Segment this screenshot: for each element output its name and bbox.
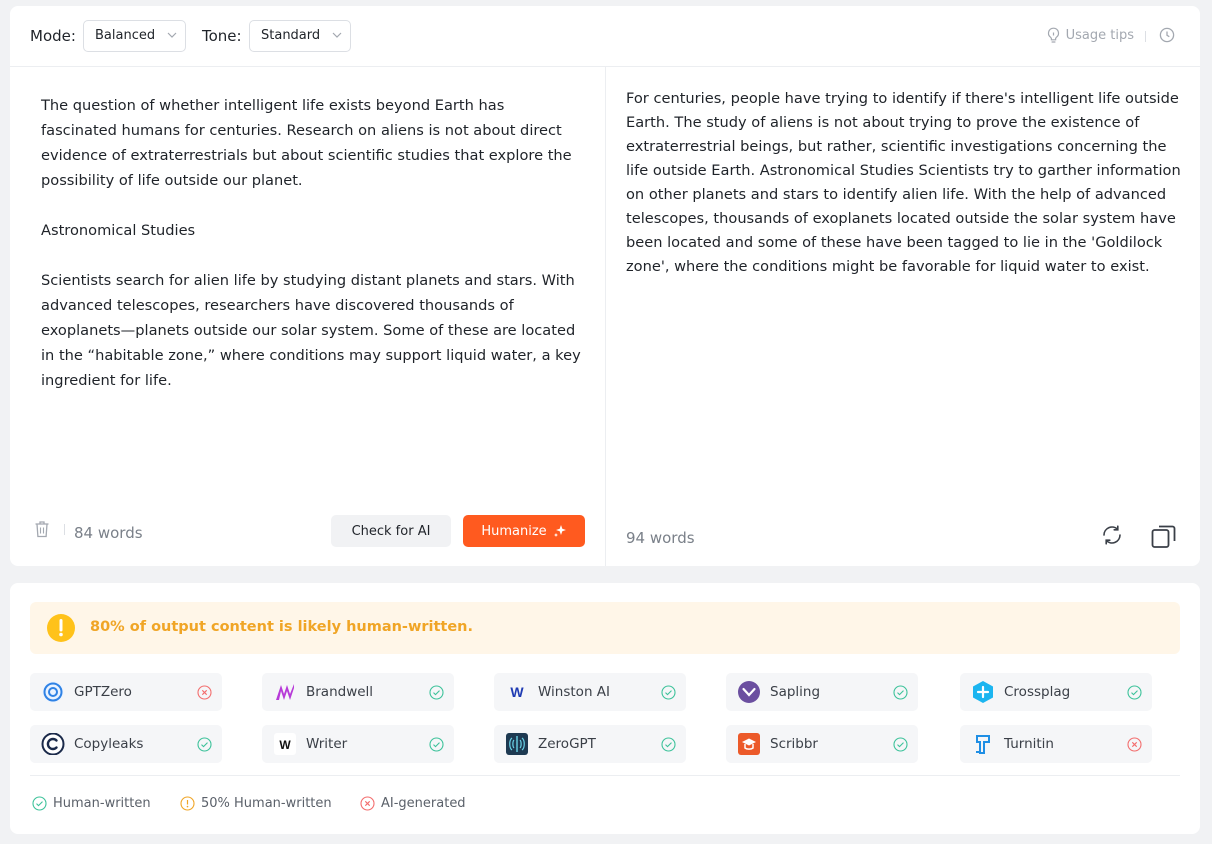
detector-writer: W Writer <box>262 725 454 763</box>
detector-name: Crossplag <box>1004 684 1071 700</box>
human-written-icon <box>32 796 47 811</box>
human-written-icon <box>661 685 676 700</box>
chevron-down-icon <box>332 32 342 38</box>
winston-logo: W <box>505 681 529 703</box>
legend-label: Human-written <box>53 796 151 811</box>
human-written-icon <box>429 737 444 752</box>
tone-value: Standard <box>261 28 321 43</box>
detector-sapling: Sapling <box>726 673 918 711</box>
warning-icon <box>47 614 75 642</box>
lightbulb-icon <box>1047 27 1059 43</box>
brandwell-logo <box>273 681 297 703</box>
legend-label: 50% Human-written <box>201 796 332 811</box>
output-text[interactable]: For centuries, people have trying to ide… <box>626 87 1186 279</box>
human-written-icon <box>429 685 444 700</box>
crossplag-logo <box>971 681 995 703</box>
output-pane: For centuries, people have trying to ide… <box>606 67 1200 566</box>
humanize-label: Humanize <box>481 523 547 539</box>
zerogpt-logo <box>505 733 529 755</box>
input-paragraph: Astronomical Studies <box>41 222 196 239</box>
mode-value: Balanced <box>95 28 156 43</box>
detector-turnitin: Turnitin <box>960 725 1152 763</box>
detector-brandwell: Brandwell <box>262 673 454 711</box>
toolbar: Mode: Balanced Tone: Standard Usage tips <box>10 6 1200 67</box>
svg-text:W: W <box>279 738 291 752</box>
tone-label: Tone: <box>202 27 242 45</box>
input-paragraph: The question of whether intelligent life… <box>41 97 572 189</box>
human-written-icon <box>661 737 676 752</box>
input-paragraph: Scientists search for alien life by stud… <box>41 272 581 389</box>
detector-name: Writer <box>306 736 348 752</box>
detector-scribbr: Scribbr <box>726 725 918 763</box>
check-for-ai-button[interactable]: Check for AI <box>331 515 451 547</box>
gptzero-logo <box>41 681 65 703</box>
human-written-icon <box>1127 685 1142 700</box>
detector-name: Turnitin <box>1004 736 1054 752</box>
clock-icon[interactable] <box>1159 27 1175 43</box>
scribbr-logo <box>737 733 761 755</box>
result-message: 80% of output content is likely human-wr… <box>90 619 473 635</box>
detector-name: Brandwell <box>306 684 374 700</box>
human-written-icon <box>197 737 212 752</box>
human-written-icon <box>893 737 908 752</box>
trash-icon[interactable] <box>34 520 50 538</box>
mode-label: Mode: <box>30 27 76 45</box>
writer-logo: W <box>273 733 297 755</box>
divider <box>64 524 65 535</box>
detector-name: Winston AI <box>538 684 611 700</box>
input-word-count: 84 words <box>74 524 143 542</box>
output-word-count: 94 words <box>626 529 695 547</box>
exclamation-icon <box>180 796 195 811</box>
human-written-icon <box>893 685 908 700</box>
legend-human-written: Human-written <box>32 796 151 811</box>
humanize-button[interactable]: Humanize <box>463 515 585 547</box>
detector-name: Scribbr <box>770 736 818 752</box>
refresh-icon[interactable] <box>1100 523 1124 547</box>
legend-label: AI-generated <box>381 796 466 811</box>
legend-half-human: 50% Human-written <box>180 796 332 811</box>
detector-zerogpt: ZeroGPT <box>494 725 686 763</box>
usage-tips-link[interactable]: Usage tips <box>1046 27 1134 44</box>
ai-generated-icon <box>360 796 375 811</box>
turnitin-logo <box>971 733 995 755</box>
detector-name: ZeroGPT <box>538 736 596 752</box>
tone-select[interactable]: Standard <box>249 20 351 52</box>
input-text[interactable]: The question of whether intelligent life… <box>41 93 581 418</box>
input-pane[interactable]: The question of whether intelligent life… <box>10 67 605 566</box>
copy-icon[interactable] <box>1150 522 1178 550</box>
ai-generated-icon <box>197 685 212 700</box>
mode-select[interactable]: Balanced <box>83 20 186 52</box>
svg-text:W: W <box>510 684 524 700</box>
usage-tips-label: Usage tips <box>1065 28 1134 43</box>
sparkle-icon <box>553 525 566 537</box>
detector-gptzero: GPTZero <box>30 673 222 711</box>
divider <box>1145 31 1146 42</box>
detection-result-card: 80% of output content is likely human-wr… <box>10 583 1200 834</box>
result-banner: 80% of output content is likely human-wr… <box>30 602 1180 654</box>
legend-ai-generated: AI-generated <box>360 796 466 811</box>
detector-name: Copyleaks <box>74 736 144 752</box>
detector-winston-ai: W Winston AI <box>494 673 686 711</box>
detector-name: Sapling <box>770 684 821 700</box>
detector-copyleaks: Copyleaks <box>30 725 222 763</box>
detector-name: GPTZero <box>74 684 132 700</box>
detector-crossplag: Crossplag <box>960 673 1152 711</box>
sapling-logo <box>737 681 761 703</box>
ai-generated-icon <box>1127 737 1142 752</box>
divider <box>30 775 1180 776</box>
copyleaks-logo <box>41 733 65 755</box>
chevron-down-icon <box>167 32 177 38</box>
humanizer-card: Mode: Balanced Tone: Standard Usage tips… <box>10 6 1200 566</box>
